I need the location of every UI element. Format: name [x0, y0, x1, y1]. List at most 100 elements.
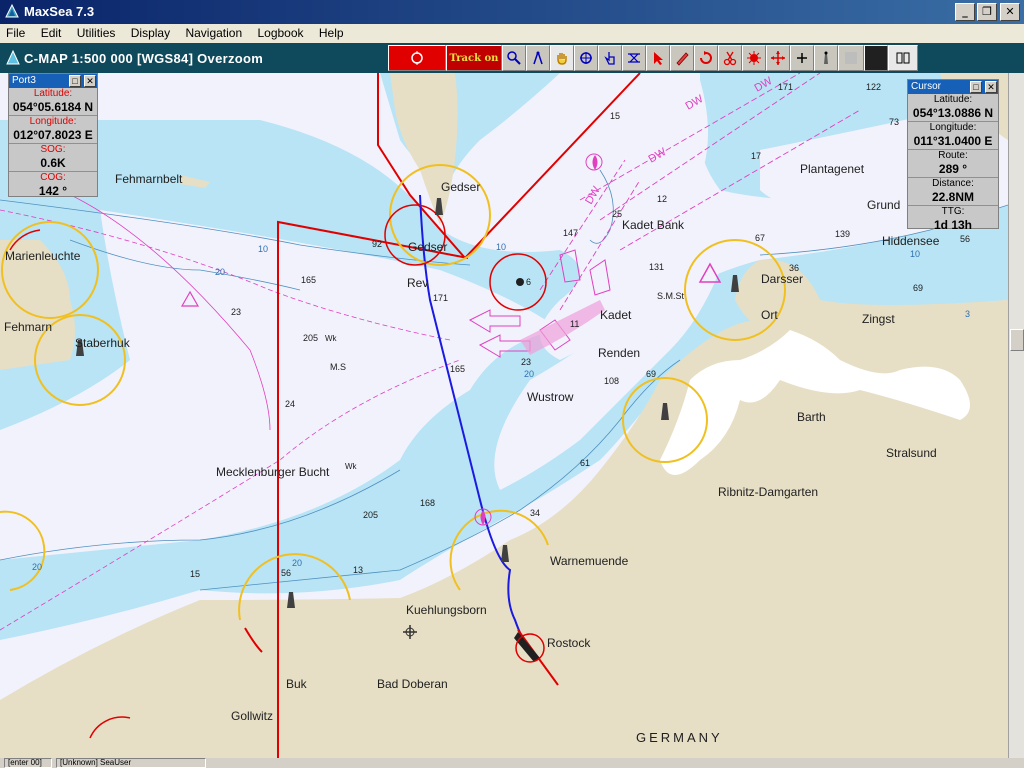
label-staberhuk: Staberhuk: [75, 336, 131, 350]
label-mecklenburger-bucht: Mecklenburger Bucht: [216, 465, 330, 479]
pan-button[interactable]: [550, 45, 574, 71]
cursor-panel-header: Cursor □ ✕: [908, 80, 998, 94]
menu-file[interactable]: File: [0, 24, 31, 43]
compass-button[interactable]: [526, 45, 550, 71]
arrow-cursor-icon: [654, 52, 663, 65]
cursor-maximize-button[interactable]: □: [970, 81, 982, 93]
depth-label: 69: [646, 369, 656, 379]
menu-edit[interactable]: Edit: [35, 24, 68, 43]
depth-label: 15: [190, 569, 200, 579]
depth-label: 23: [231, 307, 241, 317]
depth-label: 205: [363, 510, 378, 520]
vertical-scrollbar[interactable]: [1008, 73, 1024, 758]
cursor-panel[interactable]: Cursor □ ✕ Latitude: 054°13.0886 N Longit…: [907, 79, 999, 232]
zoom-button[interactable]: [502, 45, 526, 71]
scrollbar-thumb[interactable]: [1010, 329, 1024, 351]
crosshair-icon: [580, 52, 592, 64]
port3-panel[interactable]: Port3 □ ✕ Latitude: 054°05.6184 N Longitu…: [8, 73, 98, 198]
cmap-icon: [6, 50, 20, 65]
plus-button[interactable]: [790, 45, 814, 71]
port3-maximize-button[interactable]: □: [69, 75, 81, 87]
draw-button[interactable]: [670, 45, 694, 71]
magnifier-icon: [507, 51, 521, 65]
target-button[interactable]: [388, 45, 446, 71]
label-gedser: Gedser: [441, 180, 480, 194]
depth-label: 13: [353, 565, 363, 575]
cursor-longitude-label: Longitude:: [929, 122, 977, 133]
nautical-chart[interactable]: Fehmarnbelt Gedser Gedser Rev Kadet Bank…: [0, 73, 1008, 758]
depth-label: 34: [530, 508, 540, 518]
contour-label: 20: [32, 562, 42, 572]
toolbar: Track on: [388, 45, 918, 71]
scissors-icon: [723, 51, 737, 66]
depth-label: 122: [866, 82, 881, 92]
contour-label: 20: [524, 369, 534, 379]
display-light-button[interactable]: [838, 45, 864, 71]
port3-panel-title: Port3: [12, 75, 36, 86]
depth-label: 171: [433, 293, 448, 303]
depth-label: 24: [285, 399, 295, 409]
select-button[interactable]: [646, 45, 670, 71]
cursor-close-button[interactable]: ✕: [985, 81, 997, 93]
rotate-icon: [700, 51, 712, 64]
label-ms: M.S: [330, 362, 346, 372]
menu-display[interactable]: Display: [125, 24, 176, 43]
menu-logbook[interactable]: Logbook: [251, 24, 309, 43]
depth-label: 171: [778, 82, 793, 92]
maximize-button[interactable]: ❐: [977, 3, 997, 21]
label-plantagenet: Plantagenet: [800, 162, 865, 176]
move-button[interactable]: [766, 45, 790, 71]
label-warnemuende: Warnemuende: [550, 554, 629, 568]
depth-label: 165: [450, 364, 465, 374]
hand-cursor-button[interactable]: [598, 45, 622, 71]
layout-button[interactable]: [888, 45, 918, 71]
route-tool-button[interactable]: [622, 45, 646, 71]
label-kadet-bank: Kadet Bank: [622, 218, 685, 232]
label-kadet: Kadet: [600, 308, 632, 322]
label-wustrow: Wustrow: [527, 390, 574, 404]
port3-close-button[interactable]: ✕: [84, 75, 96, 87]
plus-icon: [797, 53, 807, 63]
depth-label: 92: [372, 239, 382, 249]
depth-label: 11: [570, 319, 579, 329]
light-swatch-icon: [845, 52, 857, 64]
depth-label: 15: [610, 111, 620, 121]
label-smst: S.M.St: [657, 291, 685, 301]
layout-icon: [896, 52, 910, 64]
menu-navigation[interactable]: Navigation: [179, 24, 248, 43]
depth-label: 17: [751, 151, 761, 161]
close-button[interactable]: ✕: [1000, 3, 1020, 21]
rotate-button[interactable]: [694, 45, 718, 71]
chart-canvas: Fehmarnbelt Gedser Gedser Rev Kadet Bank…: [0, 73, 1008, 758]
depth-label: 23: [521, 357, 531, 367]
cut-button[interactable]: [718, 45, 742, 71]
contour-label: 20: [292, 558, 302, 568]
menu-help[interactable]: Help: [313, 24, 350, 43]
label-ort: Ort: [761, 308, 778, 322]
contour-label: 10: [910, 249, 920, 259]
label-fehmarn: Fehmarn: [4, 320, 52, 334]
depth-label: 73: [889, 117, 899, 127]
label-gollwitz: Gollwitz: [231, 709, 273, 723]
minimize-button[interactable]: _: [955, 3, 975, 21]
port-cog-value: 142 °: [38, 184, 68, 198]
label-gedser-rev: Gedser: [408, 240, 447, 254]
track-on-button[interactable]: Track on: [446, 45, 502, 71]
lighthouse-icon: [824, 51, 828, 64]
menu-utilities[interactable]: Utilities: [71, 24, 122, 43]
status-enter: [enter 00]: [4, 758, 52, 768]
label-bad-doberan: Bad Doberan: [377, 677, 448, 691]
maxsea-app-icon: [5, 4, 19, 18]
lighthouse-button[interactable]: [814, 45, 838, 71]
contour-label: 10: [258, 244, 268, 254]
label-barth: Barth: [797, 410, 826, 424]
label-marienleuchte: Marienleuchte: [5, 249, 81, 263]
status-user: [Unknown] SeaUser: [56, 758, 206, 768]
pencil-icon: [676, 52, 689, 66]
display-dark-button[interactable]: [864, 45, 888, 71]
label-darsser: Darsser: [761, 272, 803, 286]
mark-button[interactable]: [742, 45, 766, 71]
waypoint-button[interactable]: [574, 45, 598, 71]
label-fehmarnbelt: Fehmarnbelt: [115, 172, 183, 186]
menu-bar: File Edit Utilities Display Navigation L…: [0, 24, 1024, 43]
